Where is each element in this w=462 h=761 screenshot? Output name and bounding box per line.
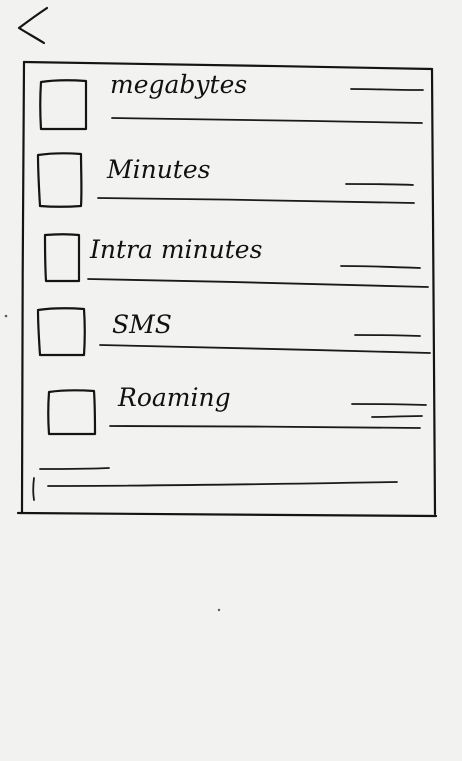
panel-footer (32, 467, 398, 501)
list-item[interactable]: Roaming (47, 383, 427, 436)
row-divider (109, 425, 421, 429)
list-item[interactable]: megabytes (39, 70, 424, 131)
value-field (340, 265, 421, 269)
checkbox[interactable] (47, 389, 97, 436)
row-divider (111, 117, 423, 124)
wireframe-sketch: megabytes Minutes Intra minutes SMS Roam… (4, 4, 438, 612)
checkbox[interactable] (36, 307, 86, 357)
paper-speck (4, 314, 8, 318)
back-button[interactable] (10, 4, 52, 46)
value-field (371, 415, 423, 418)
checkbox[interactable] (43, 233, 81, 283)
checkbox[interactable] (39, 79, 88, 131)
list-item-label: Roaming (117, 383, 231, 412)
list-item[interactable]: Intra minutes (43, 233, 429, 288)
row-divider (97, 197, 415, 204)
row-divider (99, 344, 431, 354)
value-field (345, 183, 414, 186)
row-divider (87, 278, 429, 288)
list-item-label: Minutes (106, 155, 210, 184)
value-field (350, 88, 424, 91)
list-item-label: SMS (112, 310, 172, 339)
checkbox[interactable] (36, 152, 83, 208)
list-item-label: megabytes (110, 70, 247, 99)
paper-speck (217, 608, 221, 612)
value-field (351, 403, 427, 406)
value-field (354, 334, 421, 337)
list-item-label: Intra minutes (89, 235, 262, 264)
list-item[interactable]: SMS (36, 307, 431, 357)
list-item[interactable]: Minutes (36, 152, 415, 208)
